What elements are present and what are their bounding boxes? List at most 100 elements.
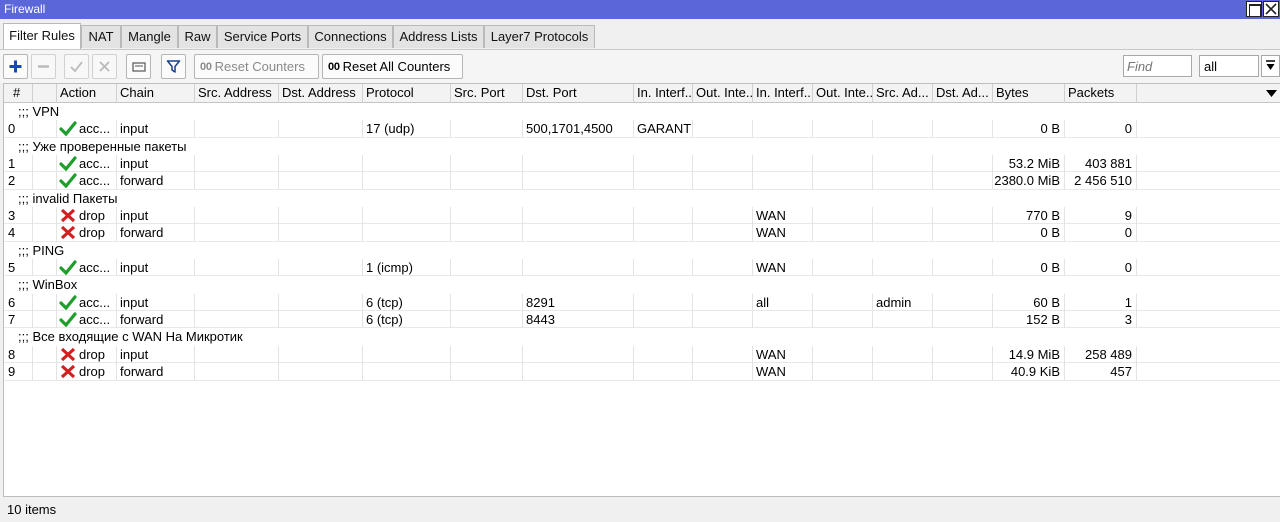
enable-icon bbox=[70, 61, 83, 73]
rule-chain: input bbox=[117, 345, 195, 363]
rule-flags bbox=[33, 172, 57, 190]
rule-out-interface bbox=[693, 311, 753, 329]
col-src-address[interactable]: Src. Address bbox=[195, 84, 279, 103]
rule-src-port bbox=[451, 224, 523, 242]
tab-layer7-protocols[interactable]: Layer7 Protocols bbox=[484, 25, 595, 48]
comment-row[interactable]: ;;; VPN bbox=[4, 103, 1280, 120]
reset-all-counters-label: Reset All Counters bbox=[342, 59, 451, 74]
rule-in-interface bbox=[634, 311, 693, 329]
comment-row[interactable]: ;;; Уже проверенные пакеты bbox=[4, 138, 1280, 155]
rule-out-interface bbox=[693, 259, 753, 277]
reset-counters-button[interactable]: 00 Reset Counters bbox=[194, 54, 319, 79]
rule-in-interface: GARANT bbox=[634, 120, 693, 138]
close-icon bbox=[1265, 3, 1277, 15]
rule-flags bbox=[33, 155, 57, 173]
rules-table: # Action Chain Src. Address Dst. Address… bbox=[3, 83, 1280, 496]
tab-service-ports[interactable]: Service Ports bbox=[217, 25, 308, 48]
rule-flags bbox=[33, 259, 57, 277]
rule-action: drop bbox=[57, 207, 117, 225]
table-row[interactable]: 8 drop input WAN 14.9 MiB 258 489 bbox=[4, 345, 1280, 364]
table-row[interactable]: 9 drop forward WAN 40.9 KiB 457 bbox=[4, 363, 1280, 381]
rule-dst-address bbox=[279, 155, 363, 173]
find-input[interactable] bbox=[1123, 55, 1192, 77]
close-button[interactable] bbox=[1263, 1, 1279, 17]
rule-out-interface bbox=[693, 224, 753, 242]
disable-button[interactable] bbox=[92, 54, 117, 79]
rule-dst-address-list bbox=[933, 224, 993, 242]
rule-dst-address bbox=[279, 120, 363, 138]
rule-number: 1 bbox=[4, 155, 33, 173]
tab-nat[interactable]: NAT bbox=[81, 25, 121, 48]
tab-connections[interactable]: Connections bbox=[308, 25, 393, 48]
col-src-address-list[interactable]: Src. Ad... bbox=[873, 84, 933, 103]
col-src-port[interactable]: Src. Port bbox=[451, 84, 523, 103]
table-row[interactable]: 3 drop input WAN 770 B9 bbox=[4, 207, 1280, 225]
filter-dropdown-button[interactable] bbox=[1261, 55, 1280, 77]
rule-out-interface bbox=[693, 345, 753, 363]
col-chain[interactable]: Chain bbox=[117, 84, 195, 103]
col-in-interface-list[interactable]: In. Interf... bbox=[753, 84, 813, 103]
col-out-interface[interactable]: Out. Inte... bbox=[693, 84, 753, 103]
rule-chain: forward bbox=[117, 311, 195, 329]
col-protocol[interactable]: Protocol bbox=[363, 84, 451, 103]
enable-button[interactable] bbox=[64, 54, 89, 79]
toolbar: 00 Reset Counters 00 Reset All Counters bbox=[0, 49, 1280, 83]
rule-dst-address bbox=[279, 172, 363, 190]
remove-button[interactable] bbox=[31, 54, 56, 79]
rule-out-interface bbox=[693, 155, 753, 173]
rule-action-label: acc... bbox=[79, 312, 111, 328]
filter-button[interactable] bbox=[161, 54, 186, 79]
tab-mangle[interactable]: Mangle bbox=[121, 25, 178, 48]
col-out-interface-list[interactable]: Out. Inte... bbox=[813, 84, 873, 103]
table-row[interactable]: 7 acc... forward 6 (tcp) 8443 152 B3 bbox=[4, 311, 1280, 329]
rule-bytes: 14.9 MiB bbox=[993, 345, 1065, 363]
comment-button[interactable] bbox=[126, 54, 151, 79]
rule-src-address-list bbox=[873, 224, 933, 242]
table-row[interactable]: 0 acc... input 17 (udp) 500,1701,4500 GARANT 0… bbox=[4, 120, 1280, 138]
rule-out-interface-list bbox=[813, 207, 873, 225]
col-dst-port[interactable]: Dst. Port bbox=[523, 84, 634, 103]
rule-in-interface-list: WAN bbox=[753, 259, 813, 277]
comment-row[interactable]: ;;; Все входящие с WAN На Микротик bbox=[4, 328, 1280, 345]
comment-row[interactable]: ;;; WinBox bbox=[4, 276, 1280, 293]
rule-action-label: acc... bbox=[79, 173, 111, 189]
rule-src-address-list bbox=[873, 345, 933, 363]
accept-icon bbox=[59, 156, 77, 172]
tab-raw[interactable]: Raw bbox=[178, 25, 217, 48]
rule-dst-address-list bbox=[933, 207, 993, 225]
table-row[interactable]: 1 acc... input 53.2 MiB 403 881 bbox=[4, 155, 1280, 173]
table-row[interactable]: 4 drop forward WAN 0 B0 bbox=[4, 224, 1280, 242]
rule-action-label: drop bbox=[79, 364, 106, 380]
col-packets[interactable]: Packets bbox=[1065, 84, 1137, 103]
maximize-button[interactable] bbox=[1246, 1, 1262, 17]
rule-out-interface-list bbox=[813, 311, 873, 329]
table-row[interactable]: 6 acc... input 6 (tcp) 8291 all admin 60 B1 bbox=[4, 293, 1280, 312]
table-row[interactable]: 5 acc... input 1 (icmp) WAN 0 B0 bbox=[4, 259, 1280, 277]
rule-src-address bbox=[195, 172, 279, 190]
columns-menu-button[interactable] bbox=[1262, 84, 1280, 103]
rule-bytes: 40.9 KiB bbox=[993, 363, 1065, 381]
col-in-interface[interactable]: In. Interf... bbox=[634, 84, 693, 103]
col-bytes[interactable]: Bytes bbox=[993, 84, 1065, 103]
rule-in-interface-list: all bbox=[753, 293, 813, 311]
tab-filter-rules[interactable]: Filter Rules bbox=[3, 23, 81, 49]
table-row[interactable]: 2 acc... forward 2380.0 MiB 2 456 510 bbox=[4, 172, 1280, 190]
rule-action-label: acc... bbox=[79, 260, 111, 276]
rule-number: 0 bbox=[4, 120, 33, 138]
filter-select[interactable]: all bbox=[1199, 55, 1259, 77]
rule-packets: 0 bbox=[1065, 224, 1137, 242]
comment-row[interactable]: ;;; invalid Пакеты bbox=[4, 190, 1280, 207]
col-number[interactable]: # bbox=[4, 84, 33, 103]
tab-address-lists[interactable]: Address Lists bbox=[393, 25, 484, 48]
col-dst-address[interactable]: Dst. Address bbox=[279, 84, 363, 103]
comment-row[interactable]: ;;; PING bbox=[4, 242, 1280, 259]
rule-protocol: 6 (tcp) bbox=[363, 311, 451, 329]
col-action[interactable]: Action bbox=[57, 84, 117, 103]
drop-icon bbox=[60, 208, 76, 223]
col-dst-address-list[interactable]: Dst. Ad... bbox=[933, 84, 993, 103]
reset-all-counters-button[interactable]: 00 Reset All Counters bbox=[322, 54, 463, 79]
rule-in-interface bbox=[634, 345, 693, 363]
add-button[interactable] bbox=[3, 54, 28, 79]
rule-number: 2 bbox=[4, 172, 33, 190]
items-count: 10 items bbox=[7, 502, 57, 517]
